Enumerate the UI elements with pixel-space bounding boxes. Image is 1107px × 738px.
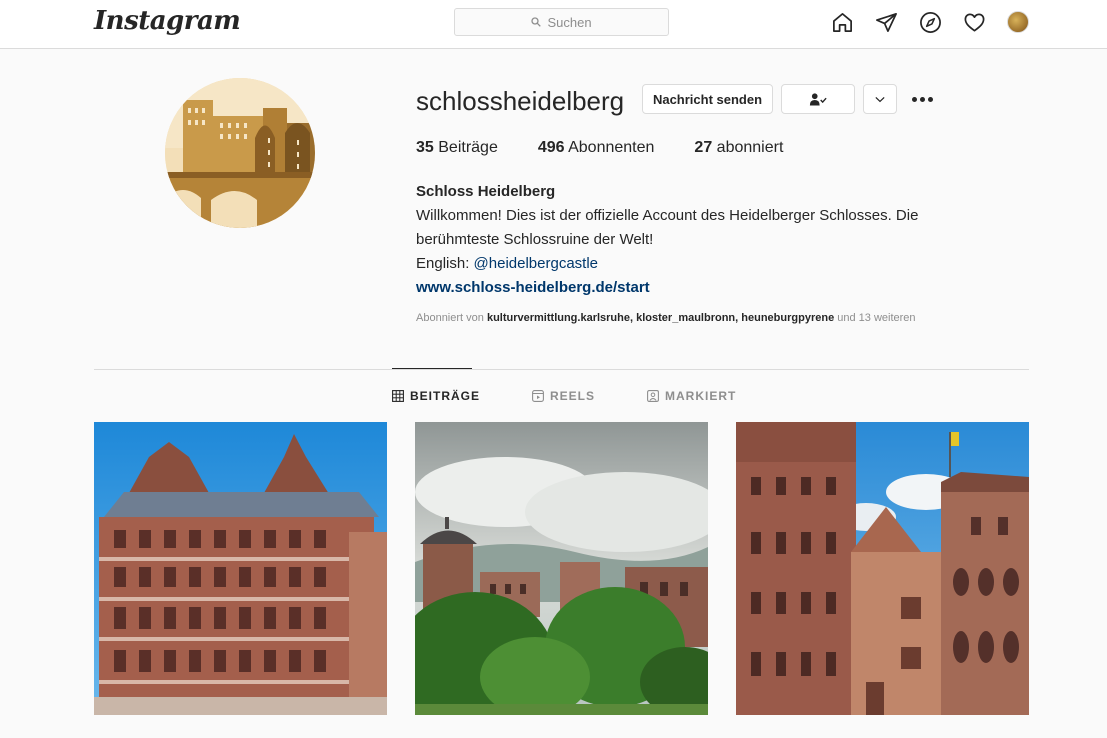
search-placeholder: Suchen xyxy=(547,14,592,30)
direct-message-icon[interactable] xyxy=(874,10,898,34)
website-link[interactable]: www.schloss-heidelberg.de/start xyxy=(416,276,976,300)
castle-facade-photo xyxy=(94,422,387,715)
following-count[interactable]: 27 abonniert xyxy=(694,139,783,157)
mention-link[interactable]: @heidelbergcastle xyxy=(474,255,598,272)
tagged-icon xyxy=(647,390,659,402)
following-count-value: 27 xyxy=(694,139,713,156)
suggestions-dropdown-button[interactable] xyxy=(863,84,897,114)
post-thumbnail[interactable] xyxy=(415,422,708,715)
following-button[interactable] xyxy=(781,84,855,114)
posts-count-label: Beiträge xyxy=(438,139,498,156)
tab-reels[interactable]: REELS xyxy=(532,389,595,403)
posts-count-value: 35 xyxy=(416,139,434,156)
top-navigation-bar: Instagram Suchen xyxy=(0,0,1107,49)
profile-bio: Schloss Heidelberg Willkommen! Dies ist … xyxy=(416,180,976,300)
posts-count: 35 Beiträge xyxy=(416,139,498,157)
profile-username: schlossheidelberg xyxy=(416,86,625,116)
bio-english-line: English: @heidelbergcastle xyxy=(416,252,976,276)
following-count-label: abonniert xyxy=(716,139,784,156)
more-options-icon[interactable] xyxy=(910,88,934,110)
profile-avatar[interactable] xyxy=(1007,11,1029,33)
profile-picture xyxy=(165,78,315,228)
followed-by-prefix: Abonniert von xyxy=(416,312,484,324)
followers-count-value: 496 xyxy=(537,139,565,156)
followers-count[interactable]: 496 Abonnenten xyxy=(538,139,655,157)
followed-by-text: Abonniert von kulturvermittlung.karlsruh… xyxy=(416,312,916,324)
home-icon[interactable] xyxy=(830,10,854,34)
active-tab-indicator xyxy=(392,368,472,369)
followed-by-account[interactable]: kulturvermittlung.karlsruhe xyxy=(487,312,630,324)
castle-courtyard-photo xyxy=(736,422,1029,715)
profile-stats: 35 Beiträge 496 Abonnenten 27 abonniert xyxy=(416,139,823,157)
english-label: English: xyxy=(416,255,470,272)
followed-by-suffix[interactable]: und 13 weiteren xyxy=(837,312,915,324)
post-thumbnail[interactable] xyxy=(736,422,1029,715)
post-thumbnail[interactable] xyxy=(94,422,387,715)
tab-posts-label: BEITRÄGE xyxy=(410,389,481,403)
followers-count-label: Abonnenten xyxy=(568,139,655,156)
bio-text: Willkommen! Dies ist der offizielle Acco… xyxy=(416,207,919,248)
tab-tagged[interactable]: MARKIERT xyxy=(647,389,736,403)
reels-icon xyxy=(532,390,544,402)
chevron-down-icon xyxy=(875,96,885,102)
tab-reels-label: REELS xyxy=(550,389,596,403)
explore-icon[interactable] xyxy=(918,10,942,34)
castle-ruin-landscape-photo xyxy=(415,422,708,715)
send-message-button[interactable]: Nachricht senden xyxy=(642,84,773,114)
activity-heart-icon[interactable] xyxy=(962,10,986,34)
nav-icons xyxy=(830,10,1006,34)
tab-tagged-label: MARKIERT xyxy=(665,389,737,403)
followed-by-account[interactable]: heuneburgpyrene xyxy=(741,312,834,324)
followed-by-account[interactable]: kloster_maulbronn xyxy=(636,312,735,324)
grid-icon xyxy=(392,390,404,402)
instagram-logo[interactable]: Instagram xyxy=(94,6,241,36)
person-check-icon xyxy=(809,92,827,105)
tabs-divider xyxy=(94,369,1029,370)
search-icon xyxy=(531,17,542,27)
tab-posts[interactable]: BEITRÄGE xyxy=(392,389,480,403)
profile-full-name: Schloss Heidelberg xyxy=(416,183,556,200)
search-input[interactable]: Suchen xyxy=(454,8,669,36)
